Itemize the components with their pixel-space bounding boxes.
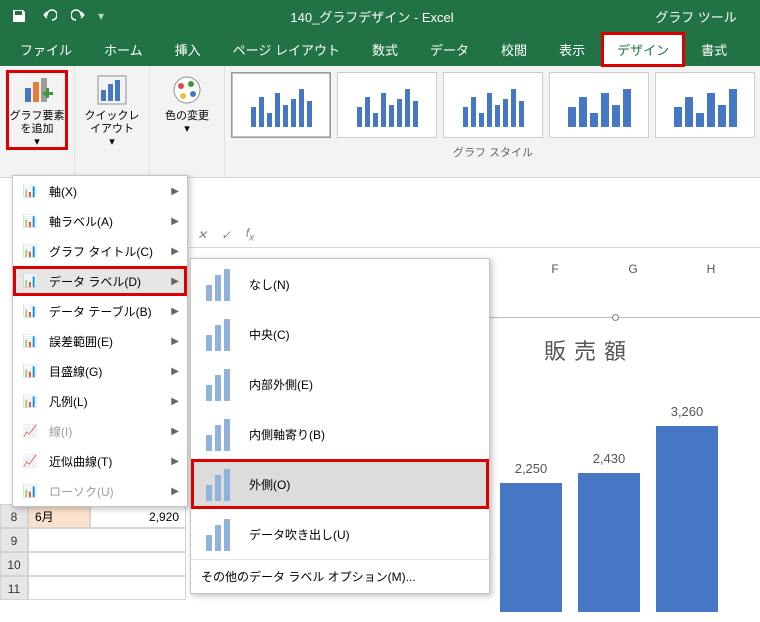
data-label: 2,250 xyxy=(500,461,562,476)
submenu-more-options[interactable]: その他のデータ ラベル オプション(M)... xyxy=(191,559,489,593)
chart-style-2[interactable] xyxy=(337,72,437,138)
lines-icon: 📈 xyxy=(21,422,39,440)
add-chart-element-menu: 📊軸(X)▶ 📊軸ラベル(A)▶ 📊グラフ タイトル(C)▶ 📊データ ラベル(… xyxy=(12,175,188,507)
undo-icon[interactable] xyxy=(38,5,60,27)
axes-icon: 📊 xyxy=(21,182,39,200)
tab-design[interactable]: デザイン xyxy=(601,32,685,67)
ribbon-tabs: ファイル ホーム 挿入 ページ レイアウト 数式 データ 校閲 表示 デザイン … xyxy=(0,32,760,66)
none-icon xyxy=(201,267,235,301)
change-colors-icon xyxy=(171,74,203,106)
inside-end-icon xyxy=(201,367,235,401)
trendline-icon: 📈 xyxy=(21,452,39,470)
menu-data-labels[interactable]: 📊データ ラベル(D)▶ xyxy=(13,266,187,296)
tab-view[interactable]: 表示 xyxy=(543,32,601,67)
chart-title-text[interactable]: 販売額 xyxy=(544,334,634,366)
menu-updown-bars: 📊ローソク(U)▶ xyxy=(13,476,187,506)
data-labels-submenu: なし(N) 中央(C) 内部外側(E) 内側軸寄り(B) 外側(O) データ吹き… xyxy=(190,258,490,594)
window-title: 140_グラフデザイン - Excel xyxy=(112,7,632,26)
menu-axis-titles[interactable]: 📊軸ラベル(A)▶ xyxy=(13,206,187,236)
chart-style-5[interactable] xyxy=(655,72,755,138)
chart-bar[interactable]: 3,260 xyxy=(656,426,718,612)
cell-value[interactable]: 2,920 xyxy=(90,504,186,528)
menu-error-bars[interactable]: 📊誤差範囲(E)▶ xyxy=(13,326,187,356)
chart-title-icon: 📊 xyxy=(21,242,39,260)
column-headers: F G H xyxy=(516,262,750,276)
outside-end-icon xyxy=(201,467,235,501)
menu-legend[interactable]: 📊凡例(L)▶ xyxy=(13,386,187,416)
legend-icon: 📊 xyxy=(21,392,39,410)
inside-base-icon xyxy=(201,417,235,451)
chart-style-4[interactable] xyxy=(549,72,649,138)
tab-format[interactable]: 書式 xyxy=(685,32,743,67)
chart-styles-label: グラフ スタイル xyxy=(225,144,760,164)
menu-lines: 📈線(I)▶ xyxy=(13,416,187,446)
chart-bar[interactable]: 2,250 xyxy=(500,483,562,612)
cancel-icon[interactable]: ✕ xyxy=(190,228,214,242)
save-icon[interactable] xyxy=(8,5,30,27)
submenu-inside-base[interactable]: 内側軸寄り(B) xyxy=(191,409,489,459)
quick-layout-button[interactable]: クイックレイアウト ▾ xyxy=(81,70,143,150)
tab-formulas[interactable]: 数式 xyxy=(356,32,414,67)
fx-icon[interactable]: fx xyxy=(238,226,262,243)
menu-axes[interactable]: 📊軸(X)▶ xyxy=(13,176,187,206)
menu-chart-title[interactable]: 📊グラフ タイトル(C)▶ xyxy=(13,236,187,266)
submenu-none[interactable]: なし(N) xyxy=(191,259,489,309)
tab-file[interactable]: ファイル xyxy=(4,32,88,67)
gridlines-icon: 📊 xyxy=(21,362,39,380)
chart-bar[interactable]: 2,430 xyxy=(578,473,640,612)
submenu-outside-end[interactable]: 外側(O) xyxy=(191,459,489,509)
add-chart-element-icon xyxy=(21,74,53,106)
worksheet-row-8[interactable]: 8 6月 2,920 xyxy=(0,504,186,528)
error-bars-icon: 📊 xyxy=(21,332,39,350)
add-chart-element-button[interactable]: グラフ要素を追加 ▾ xyxy=(6,70,68,150)
tab-home[interactable]: ホーム xyxy=(88,32,159,67)
formula-bar: ✕ ✓ fx xyxy=(190,222,760,248)
chart-styles-gallery[interactable] xyxy=(225,66,760,144)
tab-data[interactable]: データ xyxy=(414,32,485,67)
quick-layout-icon xyxy=(96,74,128,106)
menu-gridlines[interactable]: 📊目盛線(G)▶ xyxy=(13,356,187,386)
contextual-tool-tab: グラフ ツール xyxy=(632,7,760,26)
change-colors-button[interactable]: 色の変更 ▾ xyxy=(156,70,218,136)
callout-icon xyxy=(201,517,235,551)
submenu-center[interactable]: 中央(C) xyxy=(191,309,489,359)
enter-icon[interactable]: ✓ xyxy=(214,228,238,242)
tab-page-layout[interactable]: ページ レイアウト xyxy=(217,32,356,67)
submenu-data-callout[interactable]: データ吹き出し(U) xyxy=(191,509,489,559)
menu-trendline[interactable]: 📈近似曲線(T)▶ xyxy=(13,446,187,476)
menu-data-table[interactable]: 📊データ テーブル(B)▶ xyxy=(13,296,187,326)
data-labels-icon: 📊 xyxy=(21,272,39,290)
data-label: 2,430 xyxy=(578,451,640,466)
center-icon xyxy=(201,317,235,351)
tab-insert[interactable]: 挿入 xyxy=(159,32,217,67)
chart-preview[interactable]: 販売額 2,250 2,430 3,260 xyxy=(500,280,750,612)
tab-review[interactable]: 校閲 xyxy=(485,32,543,67)
chart-style-1[interactable] xyxy=(231,72,331,138)
data-table-icon: 📊 xyxy=(21,302,39,320)
chart-style-3[interactable] xyxy=(443,72,543,138)
chart-selection-handle[interactable] xyxy=(612,314,619,321)
redo-icon[interactable] xyxy=(68,5,90,27)
cell-month[interactable]: 6月 xyxy=(28,504,90,528)
axis-titles-icon: 📊 xyxy=(21,212,39,230)
updown-bars-icon: 📊 xyxy=(21,482,39,500)
data-label: 3,260 xyxy=(656,404,718,419)
submenu-inside-end[interactable]: 内部外側(E) xyxy=(191,359,489,409)
